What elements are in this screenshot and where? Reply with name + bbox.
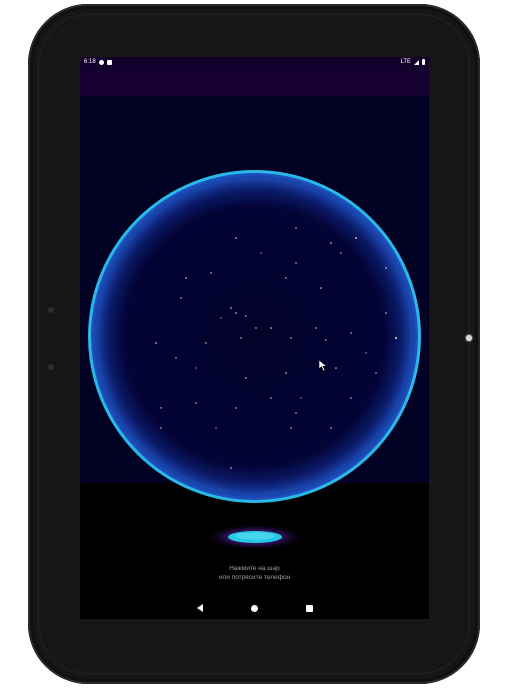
signal-icon [414,59,419,65]
magic-ball[interactable] [86,168,423,505]
navigation-bar [80,597,429,619]
recents-icon[interactable] [305,604,313,612]
side-sensor-dot-top [48,307,54,313]
device-screen: 6:18 LTE Нажмите на шар или потрясите те… [80,57,429,619]
app-bar [80,67,429,96]
front-camera-icon [466,335,472,341]
notification-icon [98,59,104,65]
hint-line-2: или потрясите телефон [218,574,291,581]
status-time: 6:18 [84,59,96,65]
status-bar-left: 6:18 [84,59,112,65]
network-type: LTE [400,59,411,65]
back-icon[interactable] [196,604,203,612]
hint-line-1: Нажмите на шар [229,565,280,572]
status-bar-right: LTE [400,59,425,65]
mouse-cursor-icon [318,359,328,377]
sd-card-icon [106,59,112,65]
magic-ball-graphic [88,170,421,503]
battery-icon [422,59,425,65]
ball-pedestal [204,523,306,551]
shake-hint: Нажмите на шар или потрясите телефон [80,564,429,582]
side-sensor-dot-bottom [48,364,54,370]
status-bar: 6:18 LTE [80,57,429,67]
home-icon[interactable] [250,604,258,612]
